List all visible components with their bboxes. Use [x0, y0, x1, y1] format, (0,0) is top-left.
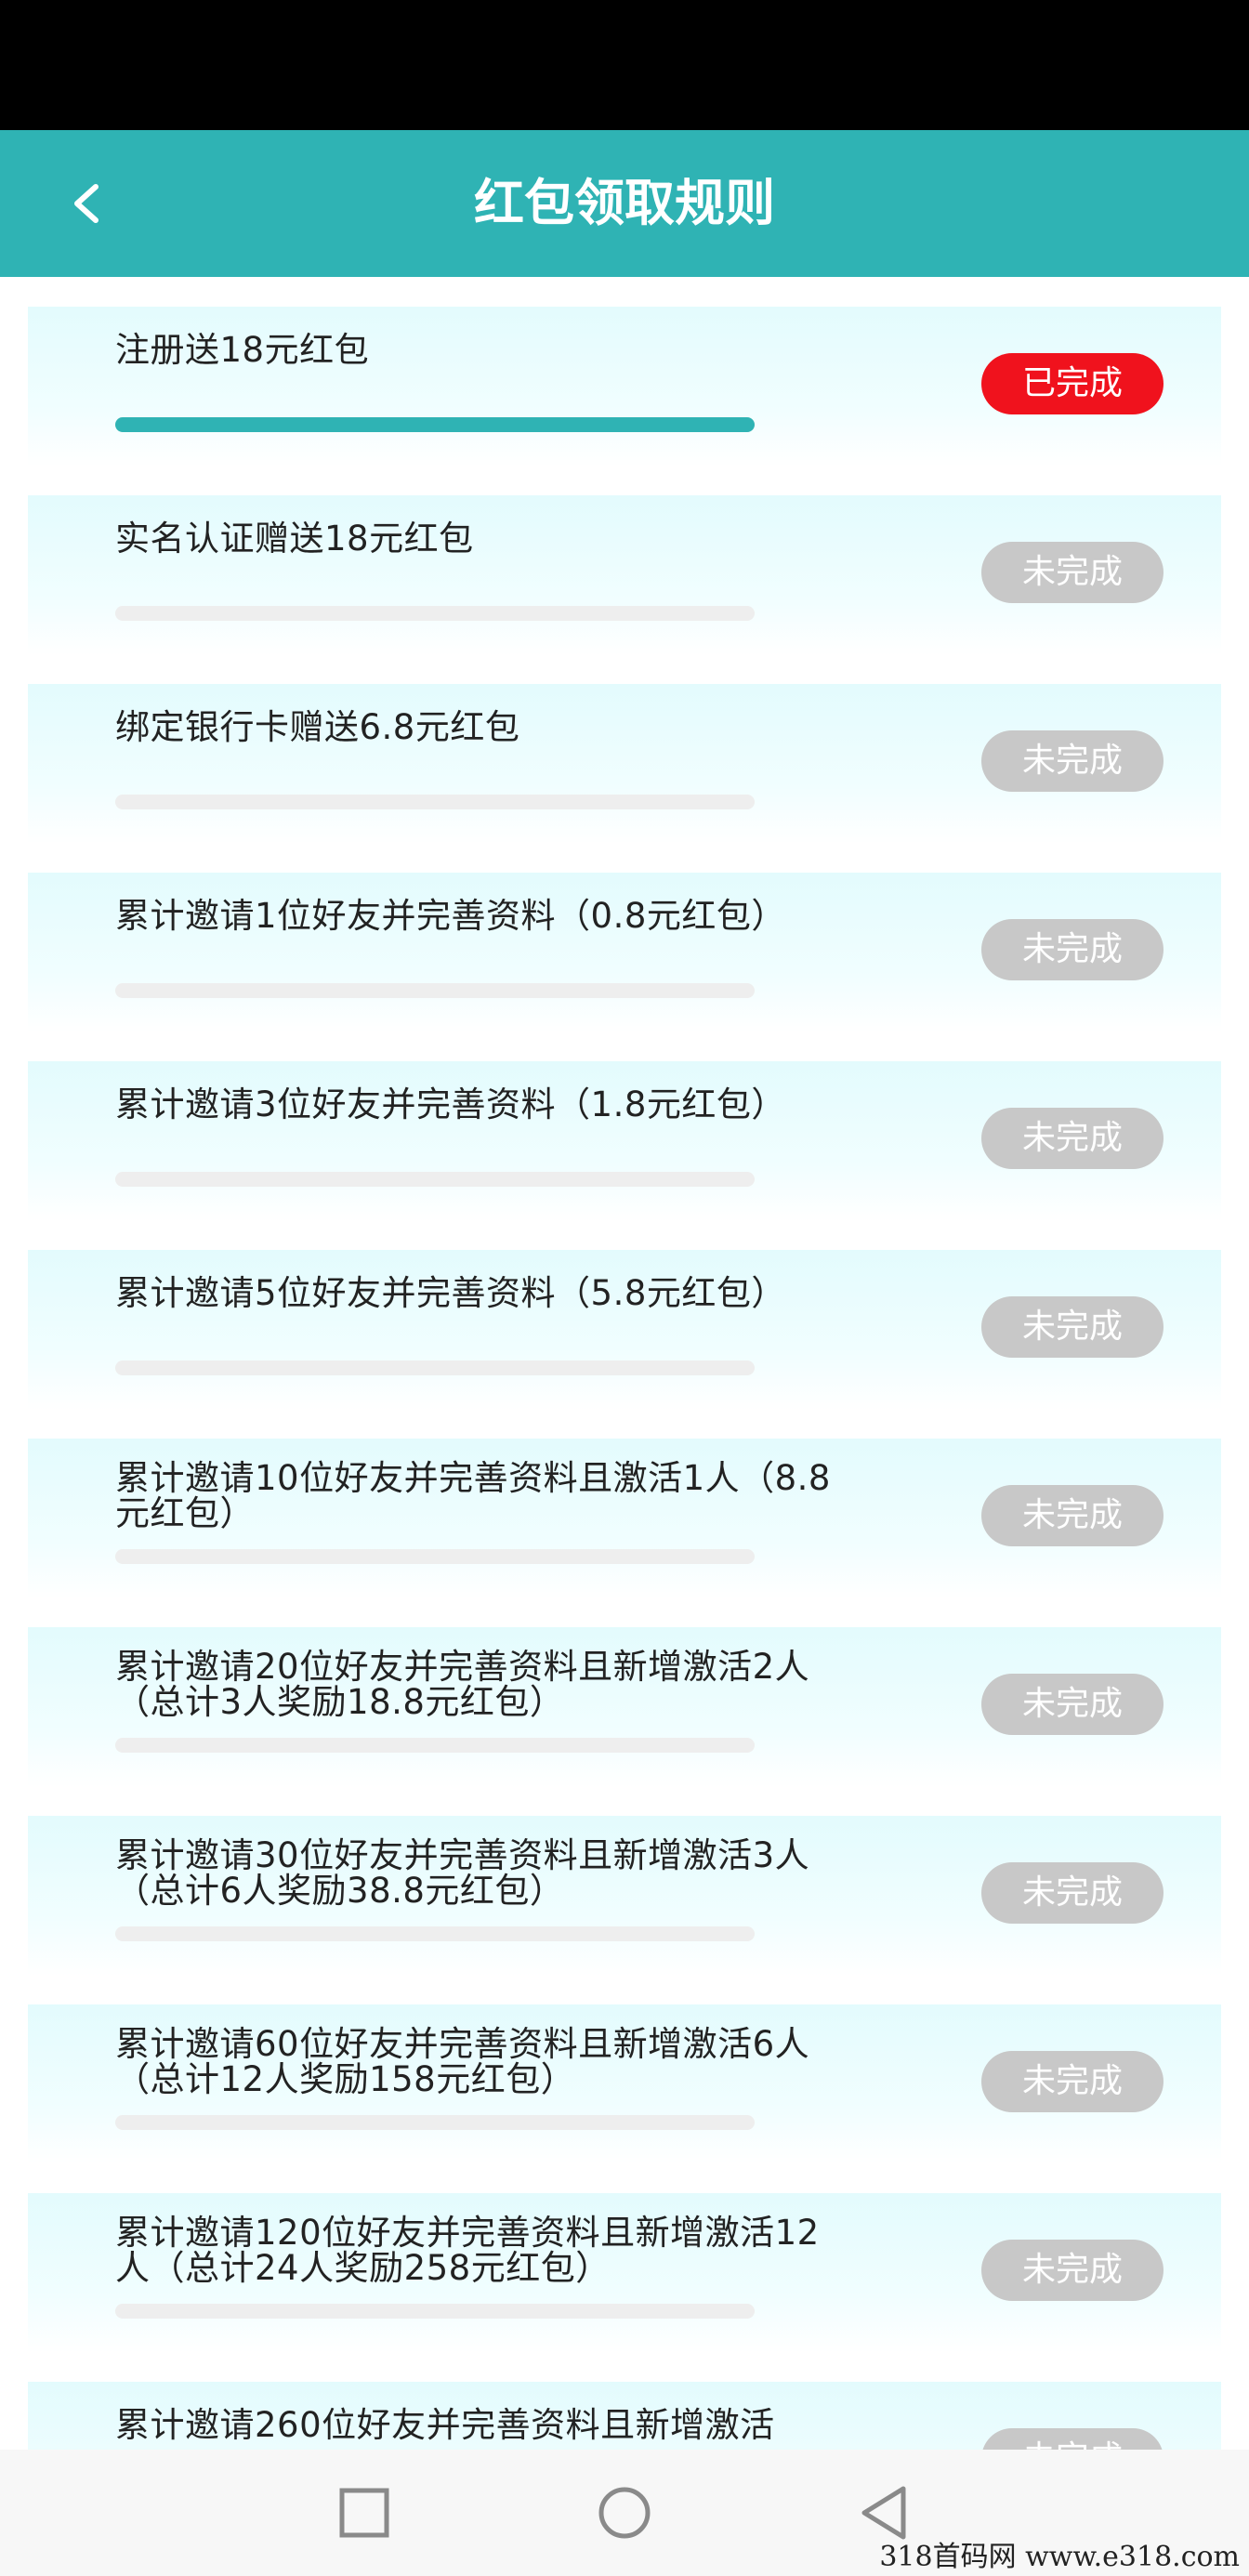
task-progress-bar	[115, 417, 755, 432]
incomplete-status-button[interactable]: 未完成	[981, 1296, 1164, 1358]
task-card: 累计邀请1位好友并完善资料（0.8元红包） 未完成	[28, 873, 1221, 1032]
incomplete-status-button[interactable]: 未完成	[981, 1485, 1164, 1546]
incomplete-status-button[interactable]: 未完成	[981, 1108, 1164, 1169]
task-description: 累计邀请20位好友并完善资料且新增激活2人（总计3人奖励18.8元红包）	[115, 1647, 810, 1722]
task-progress-bar	[115, 795, 755, 809]
task-progress-bar	[115, 1926, 755, 1941]
incomplete-status-button[interactable]: 未完成	[981, 730, 1164, 792]
task-progress-bar	[115, 2115, 755, 2130]
task-card: 累计邀请30位好友并完善资料且新增激活3人（总计6人奖励38.8元红包） 未完成	[28, 1816, 1221, 1976]
incomplete-status-button[interactable]: 未完成	[981, 919, 1164, 980]
task-card: 累计邀请5位好友并完善资料（5.8元红包） 未完成	[28, 1250, 1221, 1410]
task-description: 累计邀请120位好友并完善资料且新增激活12人（总计24人奖励258元红包）	[115, 2213, 820, 2288]
task-card: 实名认证赠送18元红包未完成	[28, 495, 1221, 655]
incomplete-status-button[interactable]: 未完成	[981, 1674, 1164, 1735]
status-bar	[0, 0, 1249, 130]
task-card: 累计邀请10位好友并完善资料且激活1人（8.8元红包） 未完成	[28, 1439, 1221, 1598]
task-card: 累计邀请120位好友并完善资料且新增激活12人（总计24人奖励258元红包） 未完…	[28, 2193, 1221, 2353]
task-description: 累计邀请30位好友并完善资料且新增激活3人（总计6人奖励38.8元红包）	[115, 1835, 810, 1911]
header: 红包领取规则	[0, 130, 1249, 277]
circle-icon	[598, 2487, 651, 2539]
task-card: 累计邀请3位好友并完善资料（1.8元红包） 未完成	[28, 1061, 1221, 1221]
task-progress-bar	[115, 1549, 755, 1564]
task-description: 累计邀请1位好友并完善资料（0.8元红包）	[115, 896, 786, 936]
task-description: 累计邀请3位好友并完善资料（1.8元红包）	[115, 1084, 786, 1124]
task-card: 绑定银行卡赠送6.8元红包未完成	[28, 684, 1221, 844]
square-icon	[339, 2488, 389, 2538]
completed-status-button[interactable]: 已完成	[981, 353, 1164, 414]
incomplete-status-button[interactable]: 未完成	[981, 1862, 1164, 1924]
task-description: 注册送18元红包	[115, 330, 370, 370]
task-card: 累计邀请260位好友并完善资料且新增激活未完成	[28, 2382, 1221, 2450]
task-card: 累计邀请20位好友并完善资料且新增激活2人（总计3人奖励18.8元红包） 未完成	[28, 1627, 1221, 1787]
task-description: 累计邀请5位好友并完善资料（5.8元红包）	[115, 1273, 786, 1313]
watermark: 318首码网 www.e318.com	[879, 2541, 1240, 2573]
task-progress-fill	[115, 417, 755, 432]
task-progress-bar	[115, 1360, 755, 1375]
task-card: 累计邀请60位好友并完善资料且新增激活6人（总计12人奖励158元红包） 未完成	[28, 2004, 1221, 2164]
task-description: 累计邀请60位好友并完善资料且新增激活6人（总计12人奖励158元红包）	[115, 2024, 810, 2099]
task-description: 绑定银行卡赠送6.8元红包	[115, 707, 520, 747]
task-progress-bar	[115, 1738, 755, 1753]
task-description: 累计邀请260位好友并完善资料且新增激活	[115, 2405, 775, 2445]
page-title: 红包领取规则	[474, 174, 775, 232]
recents-button[interactable]	[333, 2481, 396, 2544]
task-progress-bar	[115, 1172, 755, 1187]
incomplete-status-button[interactable]: 未完成	[981, 2051, 1164, 2112]
task-progress-bar	[115, 606, 755, 621]
task-list[interactable]: 注册送18元红包 已完成 实名认证赠送18元红包 未完成 绑定银行卡赠送6.8元红包 未完…	[28, 307, 1221, 2450]
task-description: 实名认证赠送18元红包	[115, 519, 474, 559]
task-progress-bar	[115, 983, 755, 998]
incomplete-status-button[interactable]: 未完成	[981, 2428, 1164, 2450]
incomplete-status-button[interactable]: 未完成	[981, 542, 1164, 603]
task-description: 累计邀请10位好友并完善资料且激活1人（8.8元红包）	[115, 1458, 831, 1533]
task-progress-bar	[115, 2304, 755, 2319]
task-card: 注册送18元红包已完成	[28, 307, 1221, 467]
incomplete-status-button[interactable]: 未完成	[981, 2240, 1164, 2301]
home-button[interactable]	[593, 2481, 656, 2544]
